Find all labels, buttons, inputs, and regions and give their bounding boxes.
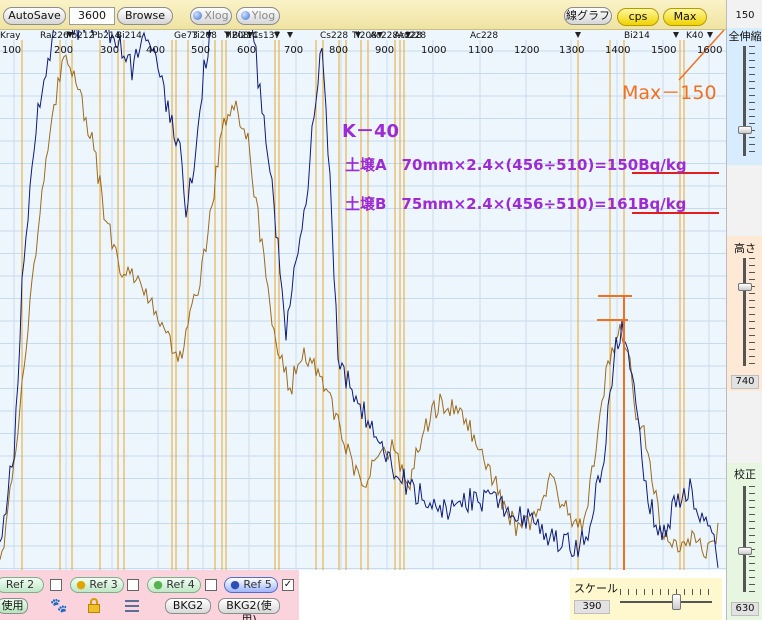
x-tick-label: 700 (284, 45, 304, 56)
bkg2-use-button[interactable]: BKG2(使用) (218, 598, 280, 620)
ref4-dot-icon: ● (153, 578, 163, 591)
ref5-button[interactable]: ● Ref 5 (224, 577, 278, 593)
ref2-checkbox[interactable] (50, 579, 62, 591)
spectrum-chart (0, 30, 726, 570)
toolbar: AutoSave 3600 Browse Xlog Ylog 線グラフ cps … (0, 0, 726, 30)
x-tick-label: 500 (191, 45, 211, 56)
ylog-indicator-icon (240, 11, 250, 20)
height-value: 740 (731, 375, 759, 389)
scale-label: スケール (574, 582, 618, 595)
x-tick-label: 1400 (605, 45, 631, 56)
ref3-label: Ref 3 (89, 578, 118, 591)
ref4-label: Ref 4 (166, 578, 195, 591)
x-tick-label: 900 (375, 45, 395, 56)
max-value-label: 150 (735, 10, 755, 21)
calibrate-label: 校正 (734, 468, 756, 481)
spectrum-plot[interactable]: Kray Ra226 Pb212 Pb214 Bi214 Ge73 Ti208 Ti208 Bi… (0, 30, 726, 570)
paw-icon[interactable]: 🐾 (50, 598, 67, 614)
ref3-button[interactable]: ● Ref 3 (70, 577, 124, 593)
peak-label: Bi214 (116, 31, 142, 41)
ref3-dot-icon: ● (76, 578, 86, 591)
height-slider-thumb[interactable] (738, 283, 752, 291)
measurement-time-input[interactable]: 3600 (69, 7, 115, 25)
list-icon[interactable] (125, 598, 139, 614)
max-note: Max－150 (622, 82, 717, 104)
peak-label: Cs137 (252, 31, 281, 41)
scale-slider-thumb[interactable] (672, 594, 681, 610)
x-tick-label: 600 (237, 45, 257, 56)
peak-label: Kray (0, 31, 21, 41)
ref4-button[interactable]: ● Ref 4 (147, 577, 201, 593)
bottom-bar: Ref 2 ● Ref 3 ● Ref 4 ● Ref 5 ✓ 使用 🐾 BKG… (0, 570, 726, 620)
height-slider-track[interactable] (743, 258, 746, 366)
x-tick-label: 1000 (421, 45, 447, 56)
x-tick-label: 1100 (468, 45, 494, 56)
scale-slider-ticks (620, 589, 712, 595)
autosave-button[interactable]: AutoSave (3, 7, 66, 25)
xlog-label: Xlog (204, 9, 229, 22)
line-graph-button[interactable]: 線グラフ (564, 7, 612, 25)
zoom-slider-track[interactable] (743, 46, 746, 156)
scale-value: 390 (574, 600, 610, 614)
max-button[interactable]: Max (663, 8, 707, 26)
ref5-checkbox[interactable]: ✓ (282, 579, 294, 591)
x-tick-label: 100 (2, 45, 22, 56)
ref4-checkbox[interactable] (205, 579, 217, 591)
x-tick-label: 300 (100, 45, 120, 56)
ref5-label: Ref 5 (243, 578, 272, 591)
x-tick-label: 1500 (651, 45, 677, 56)
x-tick-label: 1200 (514, 45, 540, 56)
peak-label: K40 (686, 31, 704, 41)
ref5-dot-icon: ● (230, 578, 240, 591)
peak-label: Cs228 (320, 31, 349, 41)
soil-b-result: 土壌B 75mm×2.4×(456÷510)=161Bq/kg (345, 195, 687, 213)
right-control-panel: 150 全伸縮 高さ 740 校正 630 (726, 0, 762, 620)
peak-label: Ra226 (40, 31, 69, 41)
calibrate-slider-track[interactable] (743, 486, 746, 592)
peak-label: Ti208 (192, 31, 217, 41)
ref2-button[interactable]: Ref 2 (0, 577, 44, 593)
x-tick-label: 400 (146, 45, 166, 56)
height-slider-ticks (749, 258, 755, 366)
cps-button[interactable]: cps (617, 8, 659, 26)
ref3-checkbox[interactable] (127, 579, 139, 591)
calibrate-slider-ticks (749, 486, 755, 592)
use-button[interactable]: 使用 (0, 598, 28, 614)
ylog-button[interactable]: Ylog (236, 7, 280, 25)
k40-title: K－40 (342, 121, 399, 142)
zoom-slider-ticks (749, 46, 755, 156)
ylog-label: Ylog (251, 9, 276, 22)
xlog-button[interactable]: Xlog (190, 7, 232, 25)
x-tick-label: 1600 (697, 45, 723, 56)
x-tick-label: 1300 (559, 45, 585, 56)
peak-label: Bi214 (624, 31, 650, 41)
x-tick-label: 200 (54, 45, 74, 56)
browse-button[interactable]: Browse (117, 7, 173, 25)
xlog-indicator-icon (193, 11, 203, 20)
calibrate-slider-thumb[interactable] (738, 547, 752, 555)
zoom-label: 全伸縮 (728, 30, 762, 43)
peak-label: Ac228 (470, 31, 499, 41)
peak-label: Ac228 (398, 31, 427, 41)
lock-icon[interactable] (88, 598, 100, 613)
height-label: 高さ (734, 242, 756, 255)
zoom-slider-thumb[interactable] (738, 126, 752, 134)
x-tick-label: 800 (329, 45, 349, 56)
scale-slider-track[interactable] (620, 601, 712, 603)
bkg2-button[interactable]: BKG2 (165, 598, 211, 614)
peak-label: Pb212 (66, 31, 95, 41)
calibrate-value: 630 (731, 602, 759, 616)
soil-a-result: 土壌A 70mm×2.4×(456÷510)=150Bq/kg (345, 156, 687, 174)
